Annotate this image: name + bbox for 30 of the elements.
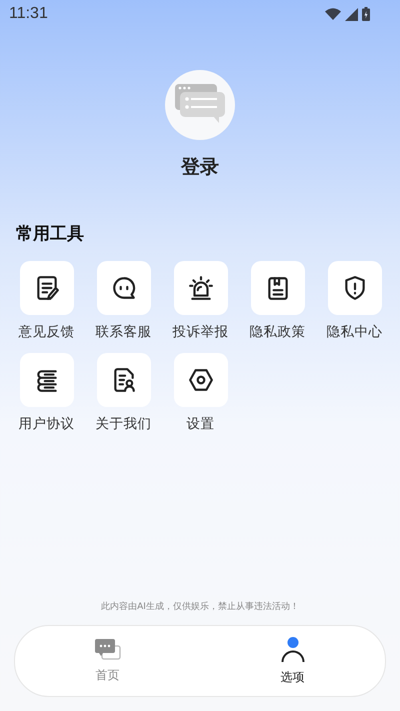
tool-button[interactable] xyxy=(250,261,304,315)
disclaimer-text: 此内容由AI生成，仅供娱乐，禁止从事违法活动！ xyxy=(100,600,300,613)
section-title: 常用工具 xyxy=(16,223,84,245)
tool-label[interactable]: 关于我们 xyxy=(96,415,152,433)
status-time: 11:31 xyxy=(9,5,48,23)
gear-icon xyxy=(188,367,214,393)
battery-icon xyxy=(362,7,370,21)
wifi-icon xyxy=(325,8,341,20)
alarm-light-icon xyxy=(188,275,214,301)
tool-label[interactable]: 用户协议 xyxy=(18,415,74,433)
nav-tab[interactable]: 选项 xyxy=(262,636,322,686)
tool-button[interactable] xyxy=(328,261,382,315)
tool-label[interactable]: 隐私中心 xyxy=(326,323,382,341)
tool-label[interactable]: 设置 xyxy=(186,415,214,433)
tool-button[interactable] xyxy=(174,261,228,315)
person-icon xyxy=(280,636,304,662)
chat-bubble-icon xyxy=(110,275,136,301)
tool-label[interactable]: 联系客服 xyxy=(96,323,152,341)
signal-icon xyxy=(345,8,358,20)
tool-label[interactable]: 隐私政策 xyxy=(250,323,306,341)
tool-button[interactable] xyxy=(96,261,150,315)
login-link[interactable]: 登录 xyxy=(181,154,219,180)
tool-label[interactable]: 投诉举报 xyxy=(172,323,228,341)
tool-button[interactable] xyxy=(96,353,150,407)
chat-bubbles-icon xyxy=(94,638,120,660)
tool-button[interactable] xyxy=(20,261,74,315)
tool-button[interactable] xyxy=(20,353,74,407)
tool-button[interactable] xyxy=(174,353,228,407)
nav-tab[interactable]: 首页 xyxy=(78,638,138,684)
tool-label[interactable]: 意见反馈 xyxy=(18,323,74,341)
